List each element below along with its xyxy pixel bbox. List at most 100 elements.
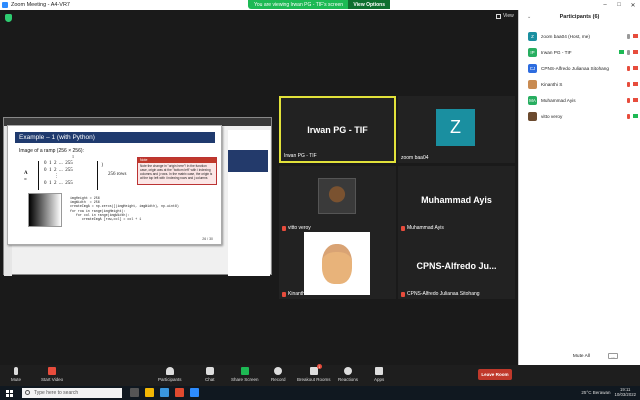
tile-name: CPNS-Alfredo Julianaa Sitohang bbox=[407, 291, 480, 297]
reactions-label: Reactions bbox=[338, 377, 359, 382]
window-title: Zoom Meeting - A4-VR7 bbox=[11, 2, 70, 8]
tile-name: Irwan PG - TIF bbox=[284, 153, 317, 159]
presentation-slide: Example – 1 (with Python) Image of a ram… bbox=[7, 125, 222, 245]
camera-off-icon bbox=[633, 34, 638, 38]
avatar: Z bbox=[528, 31, 537, 41]
microphone-icon bbox=[14, 367, 18, 375]
participants-panel: ⌄ Participants (6) Z zoom baa04 (Host, m… bbox=[518, 10, 640, 365]
zoom-taskbar-icon[interactable] bbox=[190, 388, 199, 397]
slide-title: Example – 1 (with Python) bbox=[15, 132, 215, 143]
screen-share-icon bbox=[619, 50, 624, 54]
participant-status bbox=[619, 49, 638, 55]
start-video-label: Start Video bbox=[41, 377, 64, 382]
taskbar-search[interactable]: Type here to search bbox=[22, 388, 122, 398]
camera-on-icon bbox=[633, 114, 638, 118]
minimize-icon[interactable]: – bbox=[598, 0, 612, 10]
system-tray: 25°C Berawan 19:11 10/03/2022 bbox=[581, 387, 636, 397]
clock-date: 10/03/2022 bbox=[614, 392, 636, 397]
video-tile-cpns[interactable]: CPNS-Alfredo Ju... CPNS-Alfredo Julianaa… bbox=[398, 232, 515, 299]
participant-row[interactable]: IP Irwan PG - TIF bbox=[528, 44, 638, 60]
tile-display-name: CPNS-Alfredo Ju... bbox=[416, 260, 497, 271]
security-shield-icon[interactable] bbox=[5, 14, 12, 22]
tile-name-label: vitto veroy bbox=[282, 225, 311, 231]
slide-subtitle: Image of a ramp (256 × 256): bbox=[19, 148, 84, 154]
tile-name-label: Muhammad Ayis bbox=[401, 225, 444, 231]
avatar: CJ bbox=[528, 63, 537, 73]
tile-name-label: Kinanthi bbox=[282, 291, 306, 297]
file-explorer-icon[interactable] bbox=[145, 388, 154, 397]
edge-icon[interactable] bbox=[160, 388, 169, 397]
video-tile-zoom[interactable]: Z zoom baa04 bbox=[398, 96, 515, 163]
tile-display-name: Irwan PG - TIF bbox=[307, 124, 368, 135]
view-options-button[interactable]: View Options bbox=[348, 0, 390, 9]
view-button[interactable]: View bbox=[496, 13, 514, 19]
clock[interactable]: 19:11 10/03/2022 bbox=[614, 387, 636, 397]
video-tile-irwan[interactable]: Irwan PG - TIF Irwan PG - TIF bbox=[279, 96, 396, 163]
record-button[interactable]: Record bbox=[271, 367, 286, 382]
chat-icon bbox=[205, 367, 214, 375]
reactions-button[interactable]: Reactions bbox=[338, 367, 358, 382]
leave-room-button[interactable]: Leave Room bbox=[478, 369, 512, 380]
task-view-icon[interactable] bbox=[130, 388, 139, 397]
close-icon[interactable]: ✕ bbox=[626, 0, 640, 10]
mic-off-icon bbox=[401, 225, 405, 231]
participants-footer: Mute All ... bbox=[519, 353, 640, 359]
participant-video bbox=[318, 178, 356, 214]
avatar bbox=[528, 79, 537, 89]
mute-all-button[interactable]: Mute All bbox=[573, 354, 590, 359]
camera-off-icon bbox=[633, 98, 638, 102]
slide-header-bar bbox=[228, 150, 268, 172]
tile-display-name: Muhammad Ayis bbox=[421, 194, 492, 205]
participant-status bbox=[627, 113, 638, 119]
camera-off-icon bbox=[633, 82, 638, 86]
mic-off-icon bbox=[627, 113, 630, 119]
avatar-figure bbox=[322, 243, 352, 284]
participant-row[interactable]: Kinanthi S bbox=[528, 76, 638, 92]
apps-label: Apps bbox=[374, 377, 385, 382]
tile-name-label: Irwan PG - TIF bbox=[284, 153, 317, 159]
breakout-badge: 1 bbox=[316, 364, 322, 369]
participant-row[interactable]: MA Muhammad Ayis bbox=[528, 92, 638, 108]
participant-avatar-image bbox=[304, 232, 370, 295]
video-off-icon bbox=[48, 367, 57, 375]
matrix-rows-label: 256 rows bbox=[108, 172, 127, 177]
start-video-button[interactable]: Start Video bbox=[41, 367, 63, 382]
participants-list: Z zoom baa04 (Host, me) IP Irwan PG - TI… bbox=[528, 28, 638, 124]
share-screen-button[interactable]: Share Screen bbox=[231, 367, 259, 382]
view-label: View bbox=[503, 13, 514, 19]
participant-name: zoom baa04 (Host, me) bbox=[541, 33, 590, 39]
video-tile-kinanthi[interactable]: Kinanthi bbox=[279, 232, 396, 299]
apps-button[interactable]: Apps bbox=[374, 367, 384, 382]
more-options-button[interactable]: ... bbox=[608, 353, 618, 359]
participant-row[interactable]: vitto veroy bbox=[528, 108, 638, 124]
video-tile-ayis[interactable]: Muhammad Ayis Muhammad Ayis bbox=[398, 166, 515, 233]
maximize-icon[interactable]: □ bbox=[612, 0, 626, 10]
apps-icon bbox=[375, 367, 384, 375]
chat-label: Chat bbox=[205, 377, 215, 382]
participants-label: Participants bbox=[158, 377, 182, 382]
weather-text[interactable]: 25°C Berawan bbox=[581, 390, 610, 395]
windows-start-icon[interactable] bbox=[6, 389, 13, 397]
zoom-app-icon bbox=[2, 2, 8, 8]
video-tile-vitto[interactable]: vitto veroy bbox=[279, 166, 396, 233]
participants-header: Participants (6) bbox=[559, 14, 600, 20]
share-screen-label: Share Screen bbox=[231, 377, 259, 382]
window-controls: – □ ✕ bbox=[598, 0, 640, 10]
participants-button[interactable]: Participants bbox=[158, 367, 182, 382]
mic-off-icon bbox=[627, 81, 630, 87]
record-icon bbox=[274, 367, 283, 375]
record-label: Record bbox=[271, 377, 286, 382]
participant-row[interactable]: CJ CPNS-Alfredo Julianaa Sitohang bbox=[528, 60, 638, 76]
participant-row[interactable]: Z zoom baa04 (Host, me) bbox=[528, 28, 638, 44]
mute-button[interactable]: Mute bbox=[11, 367, 21, 382]
chrome-icon[interactable] bbox=[175, 388, 184, 397]
note-box: Note Note the change in "origin here"! I… bbox=[137, 157, 217, 185]
ramp-image bbox=[28, 193, 62, 227]
share-screen-icon bbox=[240, 367, 249, 375]
breakout-rooms-button[interactable]: 1 Breakout Rooms bbox=[297, 364, 331, 382]
tile-name: Kinanthi bbox=[288, 291, 307, 297]
mic-off-icon bbox=[401, 291, 405, 297]
chat-button[interactable]: Chat bbox=[205, 367, 215, 382]
participant-name: vitto veroy bbox=[541, 113, 563, 119]
avatar: MA bbox=[528, 95, 537, 105]
